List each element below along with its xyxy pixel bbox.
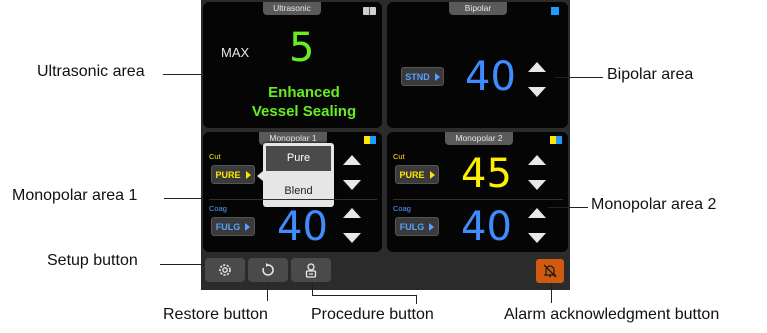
monopolar2-coag-mode-button[interactable]: FULG [395, 217, 439, 236]
monopolar1-coag-decrease-button[interactable] [343, 233, 361, 243]
play-icon [245, 222, 251, 231]
monopolar1-panel[interactable]: Monopolar 1 Cut PURE Pure Blend Coag FUL… [203, 132, 382, 252]
play-icon [429, 170, 435, 179]
monopolar2-coag-decrease-button[interactable] [528, 233, 546, 243]
display-icon [363, 7, 376, 15]
leader-line [312, 283, 313, 295]
ultrasonic-mode-line1: Enhanced [268, 84, 340, 101]
restore-button[interactable] [248, 258, 288, 282]
monopolar1-coag-value: 40 [277, 204, 328, 250]
restore-icon [262, 263, 274, 276]
status-square-icon [550, 136, 562, 144]
play-icon [434, 72, 440, 81]
status-square-icon [364, 136, 376, 144]
monopolar2-cut-increase-button[interactable] [528, 155, 546, 165]
leader-line [164, 198, 203, 199]
monopolar2-coag-value: 40 [461, 204, 512, 250]
leader-line [548, 207, 588, 208]
ultrasonic-panel[interactable]: Ultrasonic MAX 5 Enhanced Vessel Sealing [203, 2, 382, 128]
alarm-muted-icon [543, 264, 557, 278]
monopolar1-coag-label: Coag [209, 204, 227, 213]
callout-ultrasonic-area: Ultrasonic area [37, 63, 145, 80]
bipolar-increase-button[interactable] [528, 62, 546, 72]
cut-mode-dropdown: Pure Blend [257, 143, 334, 207]
monopolar2-cut-decrease-button[interactable] [528, 180, 546, 190]
leader-line [160, 264, 205, 265]
procedure-button[interactable] [291, 258, 331, 282]
dropdown-option-pure[interactable]: Pure [266, 146, 331, 171]
ultrasonic-max-label: MAX [221, 45, 250, 60]
monopolar2-panel[interactable]: Monopolar 2 Cut PURE 45 Coag FULG 40 [387, 132, 568, 252]
callout-alarm-ack-button: Alarm acknowledgment button [504, 306, 720, 323]
bipolar-mode-button[interactable]: STND [401, 67, 444, 86]
callout-restore-button: Restore button [163, 306, 268, 323]
ultrasonic-tab: Ultrasonic [263, 2, 321, 15]
monopolar1-cut-mode-button[interactable]: PURE [211, 165, 255, 184]
gear-icon [219, 264, 231, 276]
status-square-icon [551, 7, 559, 15]
callout-bipolar-area: Bipolar area [607, 66, 694, 83]
bipolar-value: 40 [465, 54, 516, 100]
monopolar2-cut-mode-button[interactable]: PURE [395, 165, 439, 184]
leader-line [551, 283, 552, 303]
monopolar1-coag-increase-button[interactable] [343, 208, 361, 218]
monopolar2-cut-label: Cut [393, 152, 405, 161]
leader-line [555, 77, 603, 78]
bipolar-panel[interactable]: Bipolar STND 40 [387, 2, 568, 128]
monopolar1-coag-mode-button[interactable]: FULG [211, 217, 255, 236]
divider [209, 199, 377, 200]
dropdown-pointer [257, 171, 263, 181]
leader-line [416, 295, 417, 304]
callout-monopolar-area-2: Monopolar area 2 [591, 196, 717, 213]
monopolar1-cut-increase-button[interactable] [343, 155, 361, 165]
ultrasonic-mode: Enhanced Vessel Sealing [239, 83, 369, 121]
leader-line [163, 74, 203, 75]
monopolar2-coag-label: Coag [393, 204, 411, 213]
monopolar2-cut-value: 45 [461, 151, 512, 197]
play-icon [429, 222, 435, 231]
device-screen: Ultrasonic MAX 5 Enhanced Vessel Sealing… [201, 0, 570, 290]
ultrasonic-level: 5 [289, 25, 315, 71]
callout-monopolar-area-1: Monopolar area 1 [12, 187, 138, 204]
monopolar1-coag-mode-label: FULG [215, 221, 241, 232]
bipolar-decrease-button[interactable] [528, 87, 546, 97]
ultrasonic-mode-line2: Vessel Sealing [251, 103, 357, 120]
callout-setup-button: Setup button [47, 252, 138, 269]
divider [393, 199, 563, 200]
monopolar1-cut-label: Cut [209, 152, 221, 161]
alarm-ack-button[interactable] [536, 259, 564, 283]
monopolar1-cut-decrease-button[interactable] [343, 180, 361, 190]
leader-line [267, 283, 268, 301]
bipolar-mode-label: STND [405, 71, 430, 82]
play-icon [245, 170, 251, 179]
monopolar2-coag-mode-label: FULG [399, 221, 425, 232]
leader-line [312, 295, 416, 296]
bipolar-tab: Bipolar [449, 2, 507, 15]
setup-button[interactable] [205, 258, 245, 282]
dropdown-option-blend[interactable]: Blend [266, 179, 331, 204]
monopolar2-cut-mode-label: PURE [399, 169, 425, 180]
monopolar2-coag-increase-button[interactable] [528, 208, 546, 218]
procedure-icon [305, 263, 317, 278]
callout-procedure-button: Procedure button [311, 306, 434, 323]
monopolar1-cut-mode-label: PURE [215, 169, 241, 180]
monopolar2-tab: Monopolar 2 [445, 132, 513, 145]
